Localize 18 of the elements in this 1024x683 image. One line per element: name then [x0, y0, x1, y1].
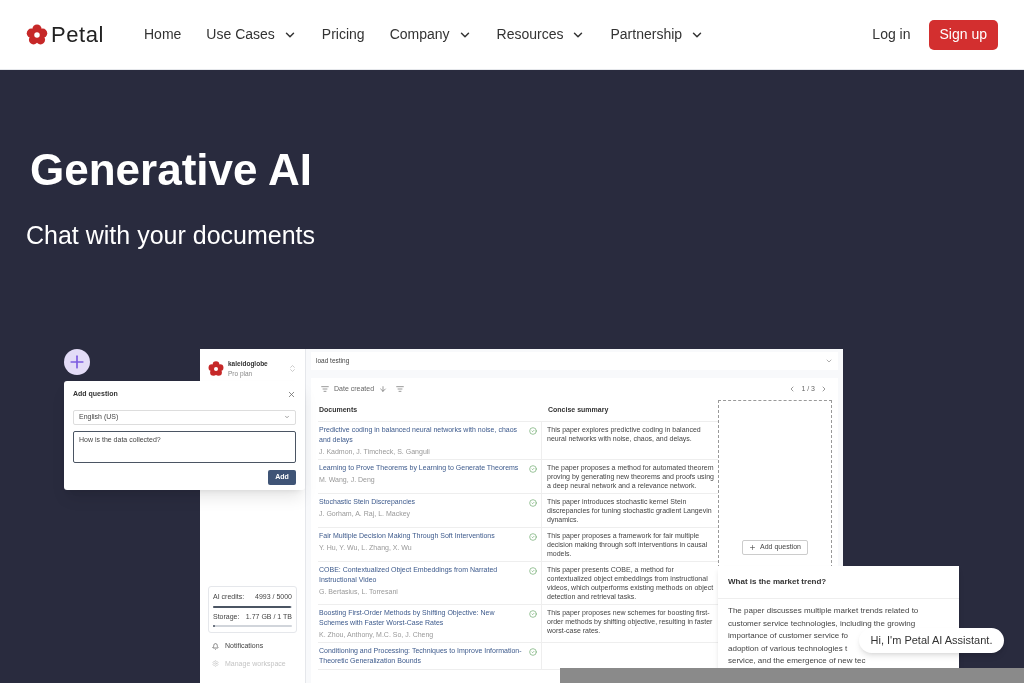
hero-title: Generative AI	[30, 145, 313, 195]
hero-subtitle: Chat with your documents	[26, 220, 316, 250]
nav-link[interactable]: Pricing	[321, 24, 365, 45]
answer-question: What is the market trend?	[718, 566, 959, 599]
signup-button[interactable]: Sign up	[928, 19, 998, 50]
answer-text: customer service technologies, including the growing	[728, 617, 916, 630]
answer-text: adoption of various technologies t	[728, 642, 848, 655]
nav-link[interactable]: Use Cases	[206, 24, 297, 45]
logo-text: Petal	[51, 21, 104, 49]
nav-link[interactable]: Company	[389, 24, 472, 45]
login-link[interactable]: Log in	[872, 24, 911, 45]
nav-link[interactable]: Resources	[496, 24, 586, 45]
answer-text: The paper discusses multiple market trends related to	[728, 605, 919, 617]
nav-link[interactable]: Home	[144, 24, 182, 45]
answer-text: service, and the emergence of new tec	[728, 655, 866, 667]
assistant-bubble[interactable]: Hi, I'm Petal AI Assistant.	[859, 628, 1004, 653]
nav-link[interactable]: Partnership	[610, 24, 705, 45]
answer-text: importance of customer service fo	[728, 630, 849, 642]
